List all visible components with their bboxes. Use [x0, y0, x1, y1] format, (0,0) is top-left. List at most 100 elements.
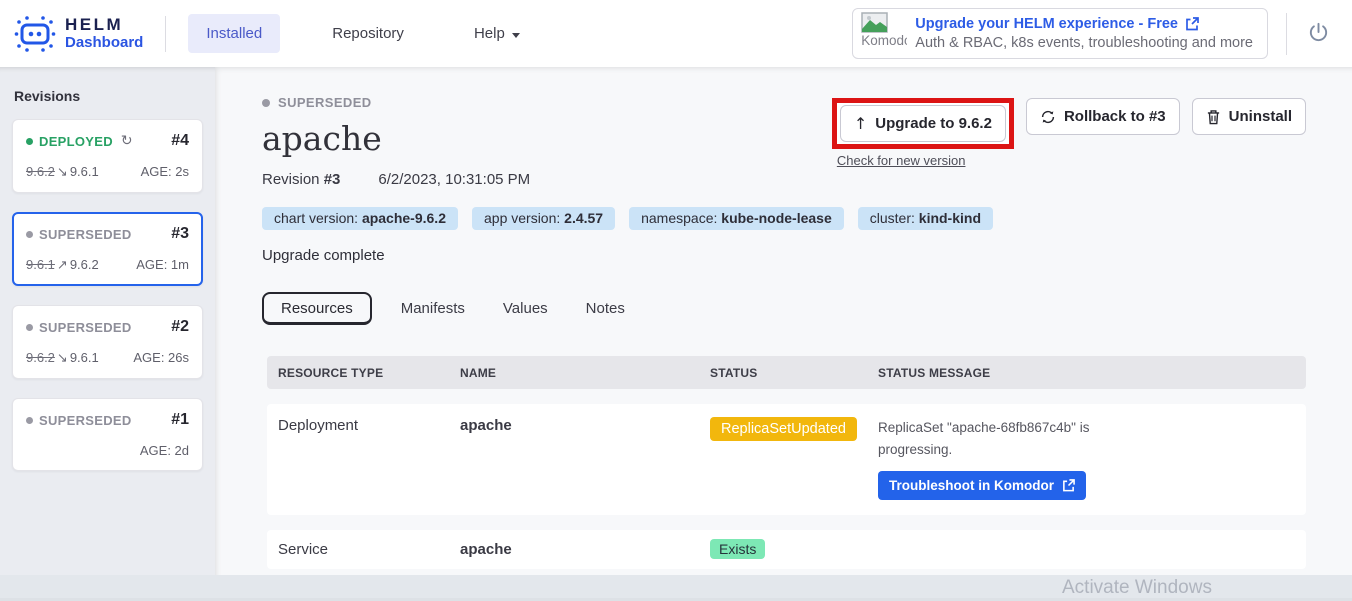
status-dot: [26, 324, 33, 331]
rollback-icon: [1040, 109, 1056, 125]
upgrade-button[interactable]: ↑ Upgrade to 9.6.2: [840, 105, 1006, 142]
banner-title: Upgrade your HELM experience - Free: [915, 16, 1178, 32]
revision-date: 6/2/2023, 10:31:05 PM: [378, 171, 530, 188]
col-name: NAME: [460, 366, 710, 380]
broken-image-glyph: [861, 12, 888, 33]
menu-help[interactable]: Help: [456, 14, 538, 53]
annotation-highlight: ↑ Upgrade to 9.6.2: [832, 98, 1014, 149]
revision-status: SUPERSEDED: [39, 413, 132, 428]
col-resource-type: RESOURCE TYPE: [278, 366, 460, 380]
revision-card-2[interactable]: SUPERSEDED #2 9.6.2↘9.6.1 AGE: 26s: [12, 305, 203, 379]
chip-app-version: app version: 2.4.57: [472, 207, 615, 230]
status-message: ReplicaSet "apache-68fb867c4b" is progre…: [878, 417, 1133, 462]
arrow-up-icon: ↑: [854, 114, 867, 133]
chip-chart-version: chart version: apache-9.6.2: [262, 207, 458, 230]
revision-status: DEPLOYED: [39, 134, 113, 149]
broken-image-icon: Komodor: [861, 12, 907, 55]
status-badge: ReplicaSetUpdated: [710, 417, 857, 441]
status-dot: [26, 417, 33, 424]
revision-age: AGE: 2s: [141, 164, 189, 180]
revision-label: Revision #3: [262, 171, 340, 188]
revision-card-4[interactable]: DEPLOYED ↻ #4 9.6.2↘9.6.1 AGE: 2s: [12, 119, 203, 193]
release-header: SUPERSEDED apache Revision #3 6/2/2023, …: [262, 95, 530, 188]
status-dot: [262, 99, 270, 107]
rollback-button[interactable]: Rollback to #3: [1026, 98, 1180, 135]
resource-name: apache: [460, 541, 710, 558]
revision-status: SUPERSEDED: [39, 320, 132, 335]
table-row: Service apache Exists: [267, 530, 1306, 569]
top-header: HELM Dashboard Installed Repository Help…: [0, 0, 1352, 67]
revision-age: AGE: 2d: [140, 443, 189, 458]
check-new-version-link[interactable]: Check for new version: [837, 153, 966, 168]
banner-alt-text: Komodor: [861, 33, 907, 48]
revision-age: AGE: 1m: [136, 257, 189, 273]
chip-namespace: namespace: kube-node-lease: [629, 207, 844, 230]
banner-subtitle: Auth & RBAC, k8s events, troubleshooting…: [915, 35, 1253, 51]
table-header: RESOURCE TYPE NAME STATUS STATUS MESSAGE: [267, 356, 1306, 389]
page-title: apache: [262, 119, 530, 158]
power-button[interactable]: [1307, 21, 1330, 47]
main-content: SUPERSEDED apache Revision #3 6/2/2023, …: [215, 67, 1352, 575]
helm-logo-icon: [14, 15, 56, 53]
tab-notes[interactable]: Notes: [586, 292, 625, 325]
logo-subtitle: Dashboard: [65, 35, 143, 52]
tab-manifests[interactable]: Manifests: [401, 292, 465, 325]
external-link-icon: [1062, 479, 1075, 492]
header-divider-right: [1286, 13, 1287, 55]
revision-age: AGE: 26s: [133, 350, 189, 366]
status-badge: Exists: [710, 539, 765, 559]
tab-installed[interactable]: Installed: [188, 14, 280, 53]
release-metadata: chart version: apache-9.6.2 app version:…: [262, 207, 1306, 230]
main-nav: Installed Repository Help: [188, 14, 537, 53]
revisions-sidebar: Revisions DEPLOYED ↻ #4 9.6.2↘9.6.1 AGE: …: [0, 67, 215, 575]
sidebar-title: Revisions: [14, 88, 201, 104]
resource-type: Deployment: [278, 417, 460, 434]
reload-icon: ↻: [121, 133, 133, 149]
col-status: STATUS: [710, 366, 878, 380]
version-change: 9.6.2↘9.6.1: [26, 164, 99, 180]
chip-cluster: cluster: kind-kind: [858, 207, 993, 230]
troubleshoot-button[interactable]: Troubleshoot in Komodor: [878, 471, 1086, 500]
revision-card-3[interactable]: SUPERSEDED #3 9.6.1↗9.6.2 AGE: 1m: [12, 212, 203, 286]
logo-title: HELM: [65, 16, 143, 35]
trend-arrow-icon: ↗: [55, 258, 70, 273]
trend-arrow-icon: ↘: [55, 351, 70, 366]
page: HELM Dashboard Installed Repository Help…: [0, 0, 1352, 601]
external-link-icon: [1185, 17, 1199, 31]
trend-arrow-icon: ↘: [55, 165, 70, 180]
windows-watermark: Activate Windows: [1062, 577, 1212, 599]
release-status: SUPERSEDED: [262, 95, 530, 110]
release-status-label: SUPERSEDED: [278, 95, 372, 110]
komodor-banner[interactable]: Komodor Upgrade your HELM experience - F…: [852, 8, 1268, 59]
revision-number: #4: [171, 132, 189, 150]
col-status-message: STATUS MESSAGE: [878, 366, 1306, 380]
resource-type: Service: [278, 541, 460, 558]
resources-table: RESOURCE TYPE NAME STATUS STATUS MESSAGE…: [267, 356, 1306, 569]
app-logo[interactable]: HELM Dashboard: [14, 15, 143, 53]
help-label: Help: [474, 25, 505, 42]
detail-tabs: Resources Manifests Values Notes: [262, 292, 1306, 325]
tab-resources[interactable]: Resources: [262, 292, 372, 325]
banner-text: Upgrade your HELM experience - Free Auth…: [915, 16, 1253, 51]
status-dot: [26, 138, 33, 145]
windows-watermark-strip: Activate Windows: [0, 575, 1352, 601]
status-dot: [26, 231, 33, 238]
header-divider: [165, 16, 166, 52]
tab-repository[interactable]: Repository: [314, 14, 422, 53]
power-icon: [1307, 21, 1330, 44]
revision-status: SUPERSEDED: [39, 227, 132, 242]
revision-number: #3: [171, 225, 189, 243]
revision-number: #1: [171, 411, 189, 429]
revision-card-1[interactable]: SUPERSEDED #1 AGE: 2d: [12, 398, 203, 471]
table-row: Deployment apache ReplicaSetUpdated Repl…: [267, 404, 1306, 515]
tab-values[interactable]: Values: [503, 292, 548, 325]
logo-text: HELM Dashboard: [65, 16, 143, 51]
chevron-down-icon: [512, 33, 520, 38]
uninstall-button[interactable]: Uninstall: [1192, 98, 1306, 135]
resource-name: apache: [460, 417, 710, 434]
revision-number: #2: [171, 318, 189, 336]
trash-icon: [1206, 109, 1221, 125]
version-change: 9.6.1↗9.6.2: [26, 257, 99, 273]
release-status-text: Upgrade complete: [262, 247, 1306, 264]
version-change: 9.6.2↘9.6.1: [26, 350, 99, 366]
